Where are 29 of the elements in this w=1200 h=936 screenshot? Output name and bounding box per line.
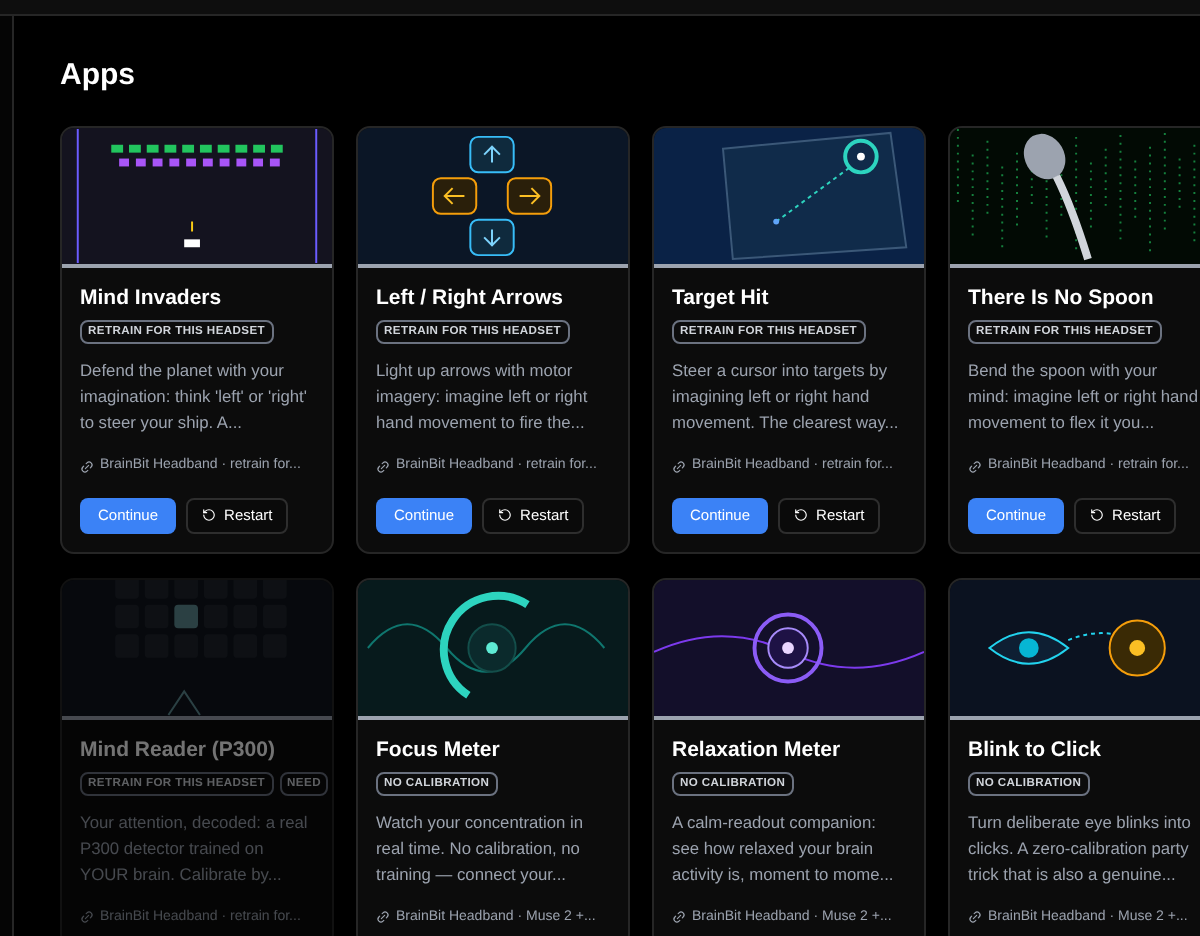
card-description: Steer a cursor into targets by imagining left or right hand movement. The clearest way...: [672, 358, 901, 436]
card-title: Target Hit: [672, 284, 771, 312]
card-description: Turn deliberate eye blinks into clicks. A zero-calibration party trick that is also a genuine...: [968, 809, 1193, 887]
card-description: Defend the planet with your imagination: think 'left' or 'right' to steer your ship. A...: [80, 358, 309, 436]
card-title: Left / Right Arrows: [376, 284, 566, 312]
restart-icon: [202, 508, 217, 522]
restart-icon: [1090, 508, 1105, 522]
link-icon: [77, 907, 97, 928]
card-title: Focus Meter: [376, 735, 502, 763]
restart-icon: [498, 508, 513, 522]
card-title: Mind Invaders: [80, 284, 224, 312]
link-icon: [669, 907, 689, 928]
card-description: Your attention, decoded: a real P300 detector trained on YOUR brain. Calibrate by...: [80, 809, 310, 887]
card-title: There Is No Spoon: [968, 284, 1156, 312]
card-title: Mind Reader (P300): [80, 735, 277, 763]
card-description: Watch your concentration in real time. No calibration, no training — connect your...: [376, 809, 585, 887]
restart-icon: [794, 508, 809, 522]
link-icon: [373, 456, 393, 477]
link-icon: [669, 456, 689, 477]
card-title: Relaxation Meter: [672, 735, 843, 763]
link-icon: [965, 907, 985, 928]
card-description: A calm-readout companion: see how relaxed your brain activity is, moment to mome...: [672, 809, 896, 887]
card-title: Blink to Click: [968, 735, 1104, 763]
card-description: Light up arrows with motor imagery: imagine left or right hand movement to fire the...: [376, 358, 590, 436]
link-icon: [965, 456, 985, 477]
link-icon: [77, 456, 97, 477]
card-description: Bend the spoon with your mind: imagine left or right hand movement to flex it you...: [968, 358, 1200, 436]
page-heading: Apps: [60, 58, 137, 94]
link-icon: [373, 907, 393, 928]
